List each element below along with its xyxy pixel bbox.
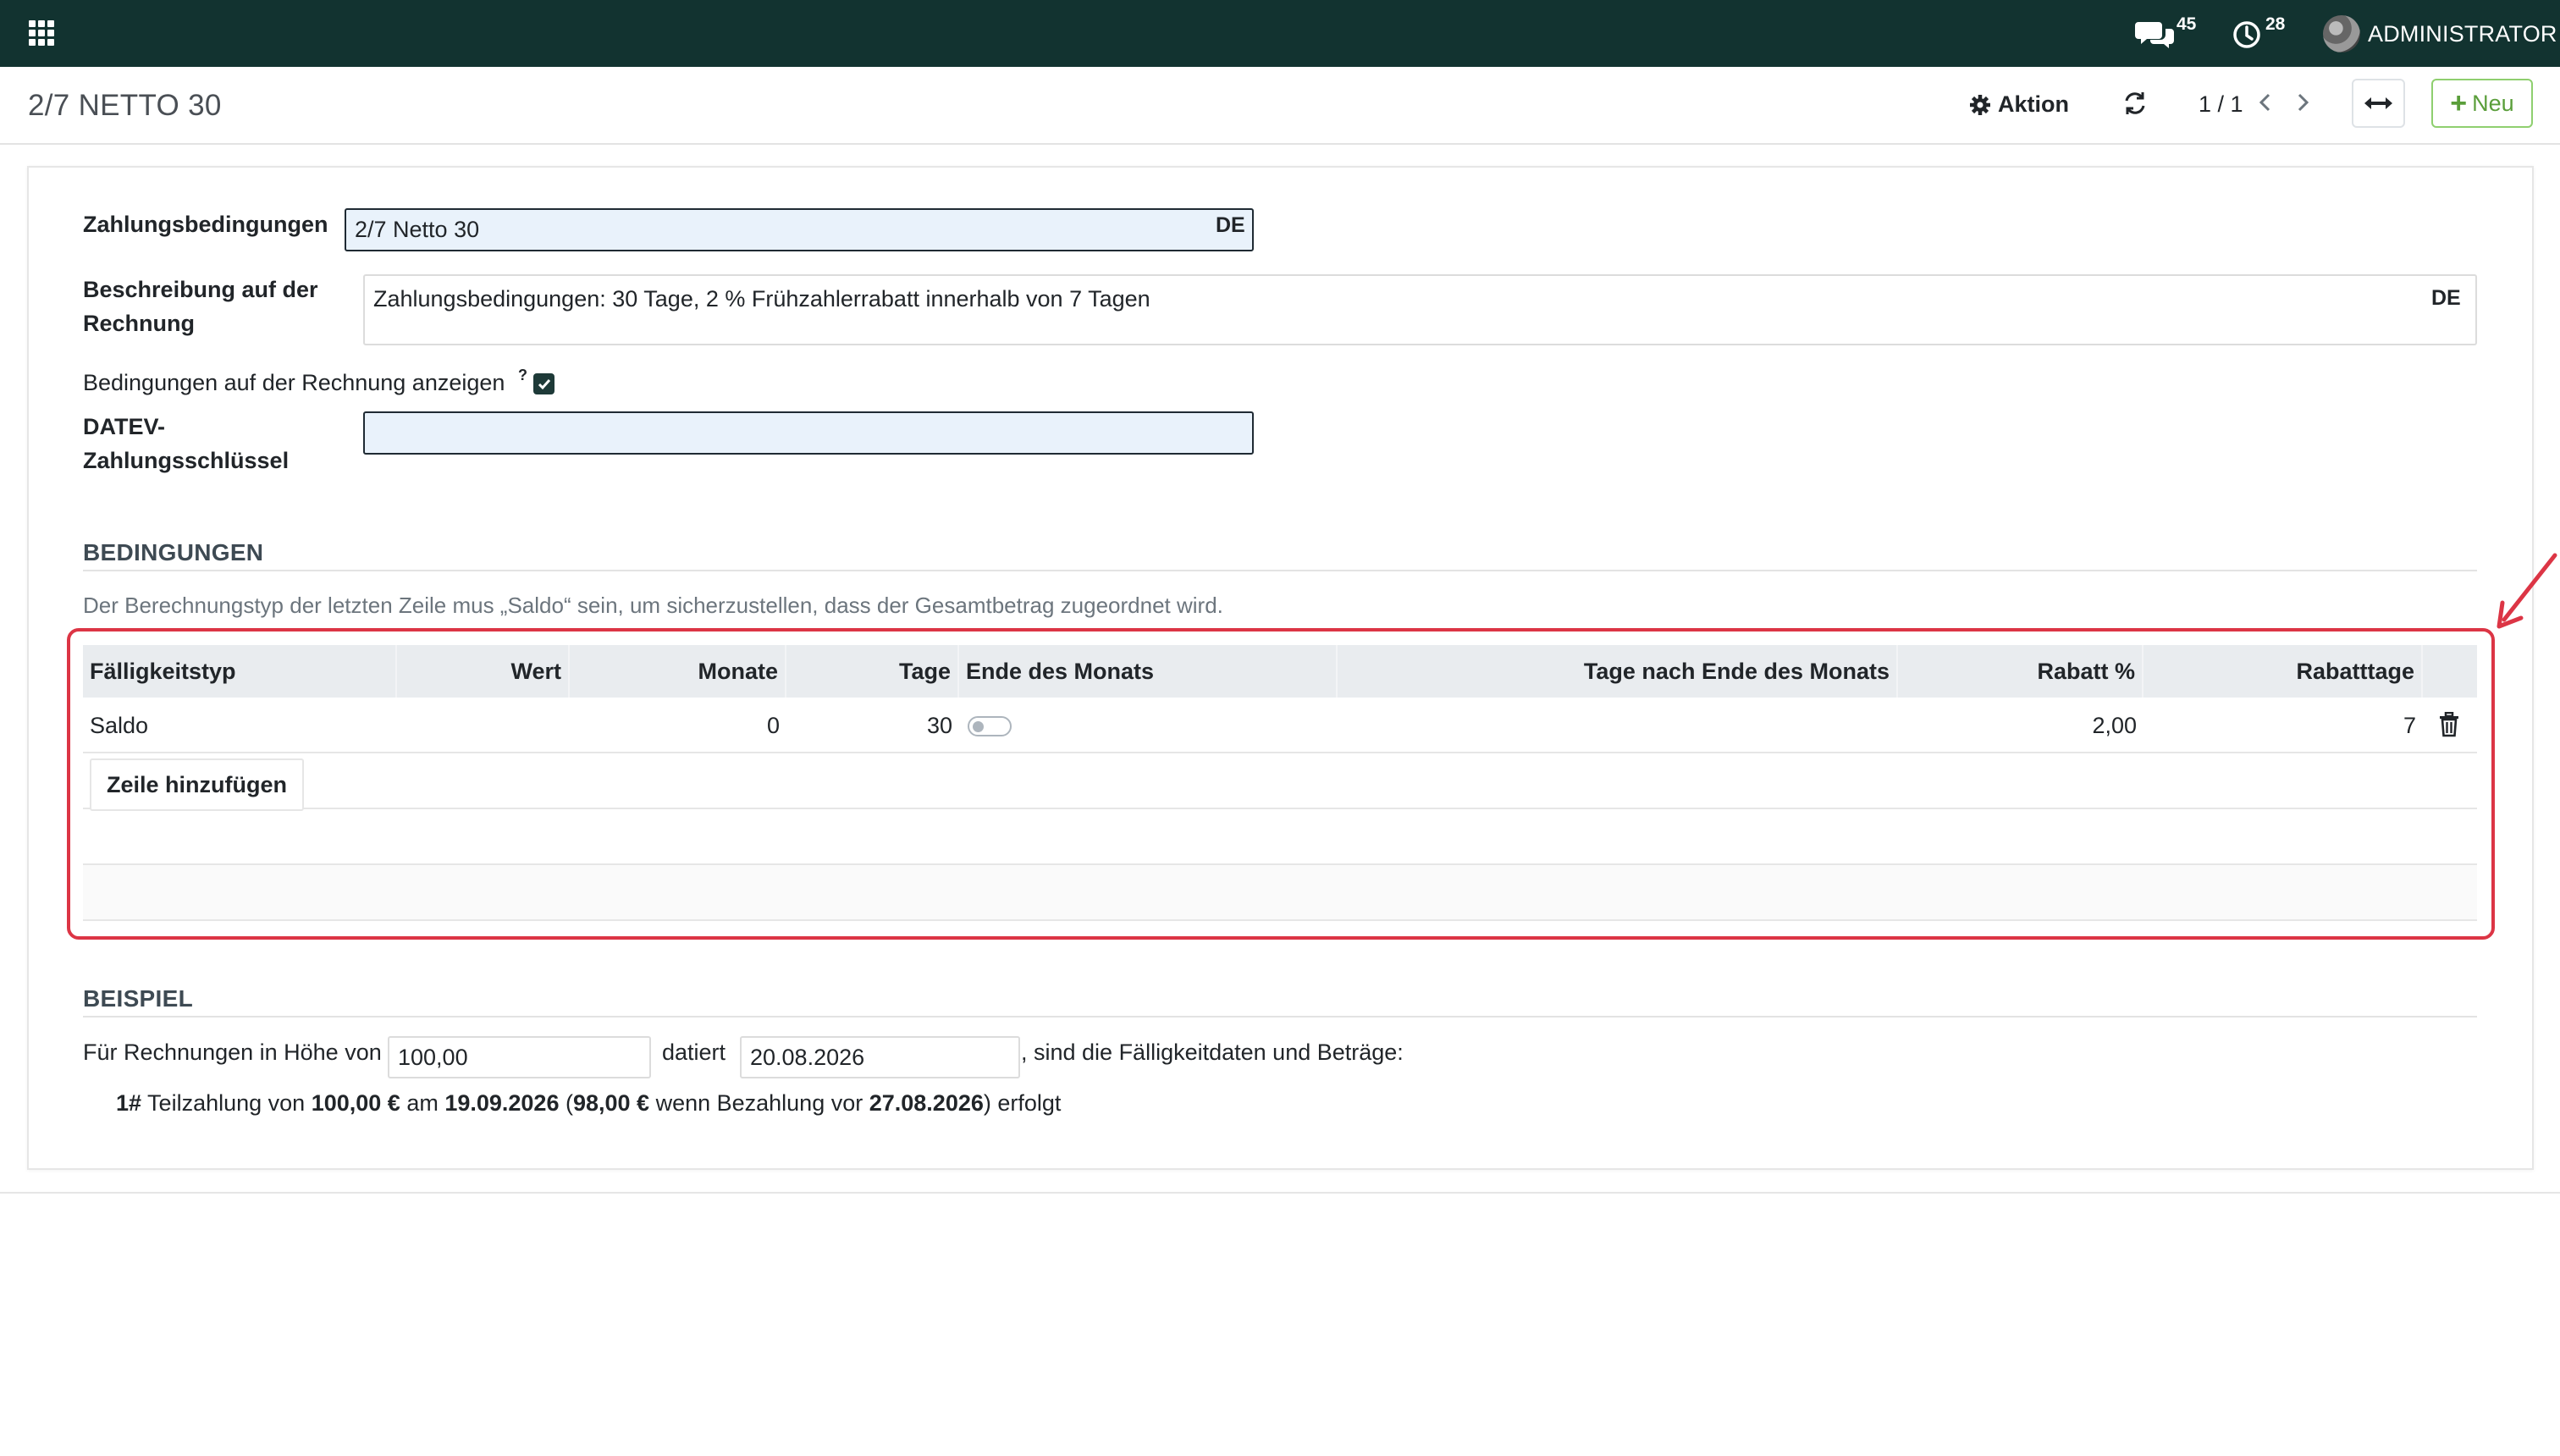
chevron-left-icon[interactable]	[2254, 90, 2277, 115]
user-avatar[interactable]	[2323, 15, 2360, 52]
result-text-1: Teilzahlung von	[141, 1090, 312, 1116]
gear-icon	[1970, 94, 1990, 115]
example-dated-label: datiert	[662, 1040, 726, 1065]
example-date-input[interactable]: 20.08.2026	[740, 1036, 1020, 1078]
terms-section-title: BEDINGUNGEN	[83, 539, 264, 565]
arrows-horizontal-icon	[2364, 97, 2392, 109]
checkmark-icon	[538, 378, 550, 389]
translate-button[interactable]: DE	[1216, 213, 1245, 238]
datev-label-line1: DATEV-	[83, 414, 166, 439]
result-text-4: wenn Bezahlung vor	[649, 1090, 869, 1116]
help-tooltip-icon[interactable]: ?	[518, 367, 527, 384]
example-result-line: 1# Teilzahlung von 100,00 € am 19.09.202…	[116, 1090, 1061, 1117]
pager-value: 1 / 1	[2199, 91, 2243, 117]
result-text-5: ) erfolgt	[983, 1090, 1062, 1116]
datev-label-line2: Zahlungsschlüssel	[83, 448, 290, 473]
annotation-highlight-box	[67, 628, 2495, 940]
result-text-2: am	[400, 1090, 445, 1116]
terms-section-rule	[83, 570, 2477, 571]
expand-width-button[interactable]	[2352, 79, 2405, 128]
action-menu-button[interactable]: Aktion	[1969, 91, 2069, 118]
chevron-right-icon[interactable]	[2291, 90, 2314, 115]
datev-key-input[interactable]	[363, 411, 1254, 455]
example-suffix: , sind die Fälligkeitdaten und Beträge:	[1021, 1040, 1404, 1065]
action-label: Aktion	[1998, 91, 2069, 117]
example-section-title: BEISPIEL	[83, 985, 193, 1012]
payment-terms-value: 2/7 Netto 30	[355, 217, 480, 242]
result-discount-date: 27.08.2026	[869, 1090, 984, 1116]
description-label-line1: Beschreibung auf der	[83, 277, 318, 302]
example-section-rule	[83, 1016, 2477, 1018]
payment-terms-label: Zahlungsbedingungen	[83, 212, 328, 237]
result-discounted-amount: 98,00 €	[572, 1090, 650, 1116]
top-navbar: 45 28 ADMINISTRATOR	[0, 0, 2560, 67]
annotation-arrow-icon	[2497, 553, 2557, 629]
new-record-button[interactable]: + Neu	[2431, 79, 2533, 128]
example-prefix: Für Rechnungen in Höhe von	[83, 1040, 382, 1065]
example-amount-input[interactable]: 100,00	[388, 1036, 651, 1078]
plus-icon: +	[2450, 87, 2468, 119]
translate-button-description[interactable]: DE	[2431, 286, 2461, 311]
bottom-divider	[0, 1192, 2560, 1194]
apps-menu-icon[interactable]	[29, 20, 54, 46]
new-label: Neu	[2472, 90, 2514, 116]
control-panel: 2/7 NETTO 30 Aktion 1 / 1 + Neu	[0, 67, 2560, 145]
description-textarea[interactable]: Zahlungsbedingungen: 30 Tage, 2 % Frühza…	[363, 274, 2477, 345]
page-title: 2/7 NETTO 30	[28, 89, 222, 122]
payment-terms-input[interactable]: 2/7 Netto 30 DE	[345, 208, 1254, 251]
description-label-line2: Rechnung	[83, 311, 195, 336]
description-value: Zahlungsbedingungen: 30 Tage, 2 % Frühza…	[373, 286, 1150, 312]
messages-badge: 45	[2177, 14, 2197, 34]
show-on-invoice-label: Bedingungen auf der Rechnung anzeigen	[83, 370, 505, 395]
show-on-invoice-checkbox[interactable]	[533, 373, 554, 394]
result-index: 1#	[116, 1090, 142, 1116]
refresh-icon[interactable]	[2121, 89, 2149, 118]
user-menu-name[interactable]: ADMINISTRATOR	[2368, 21, 2557, 47]
result-due-date: 19.09.2026	[444, 1090, 560, 1116]
terms-hint: Der Berechnungstyp der letzten Zeile mus…	[83, 593, 1223, 618]
result-text-3: (	[559, 1090, 573, 1116]
result-amount: 100,00 €	[311, 1090, 400, 1116]
activities-badge: 28	[2265, 14, 2286, 34]
messages-icon[interactable]	[2135, 17, 2177, 51]
